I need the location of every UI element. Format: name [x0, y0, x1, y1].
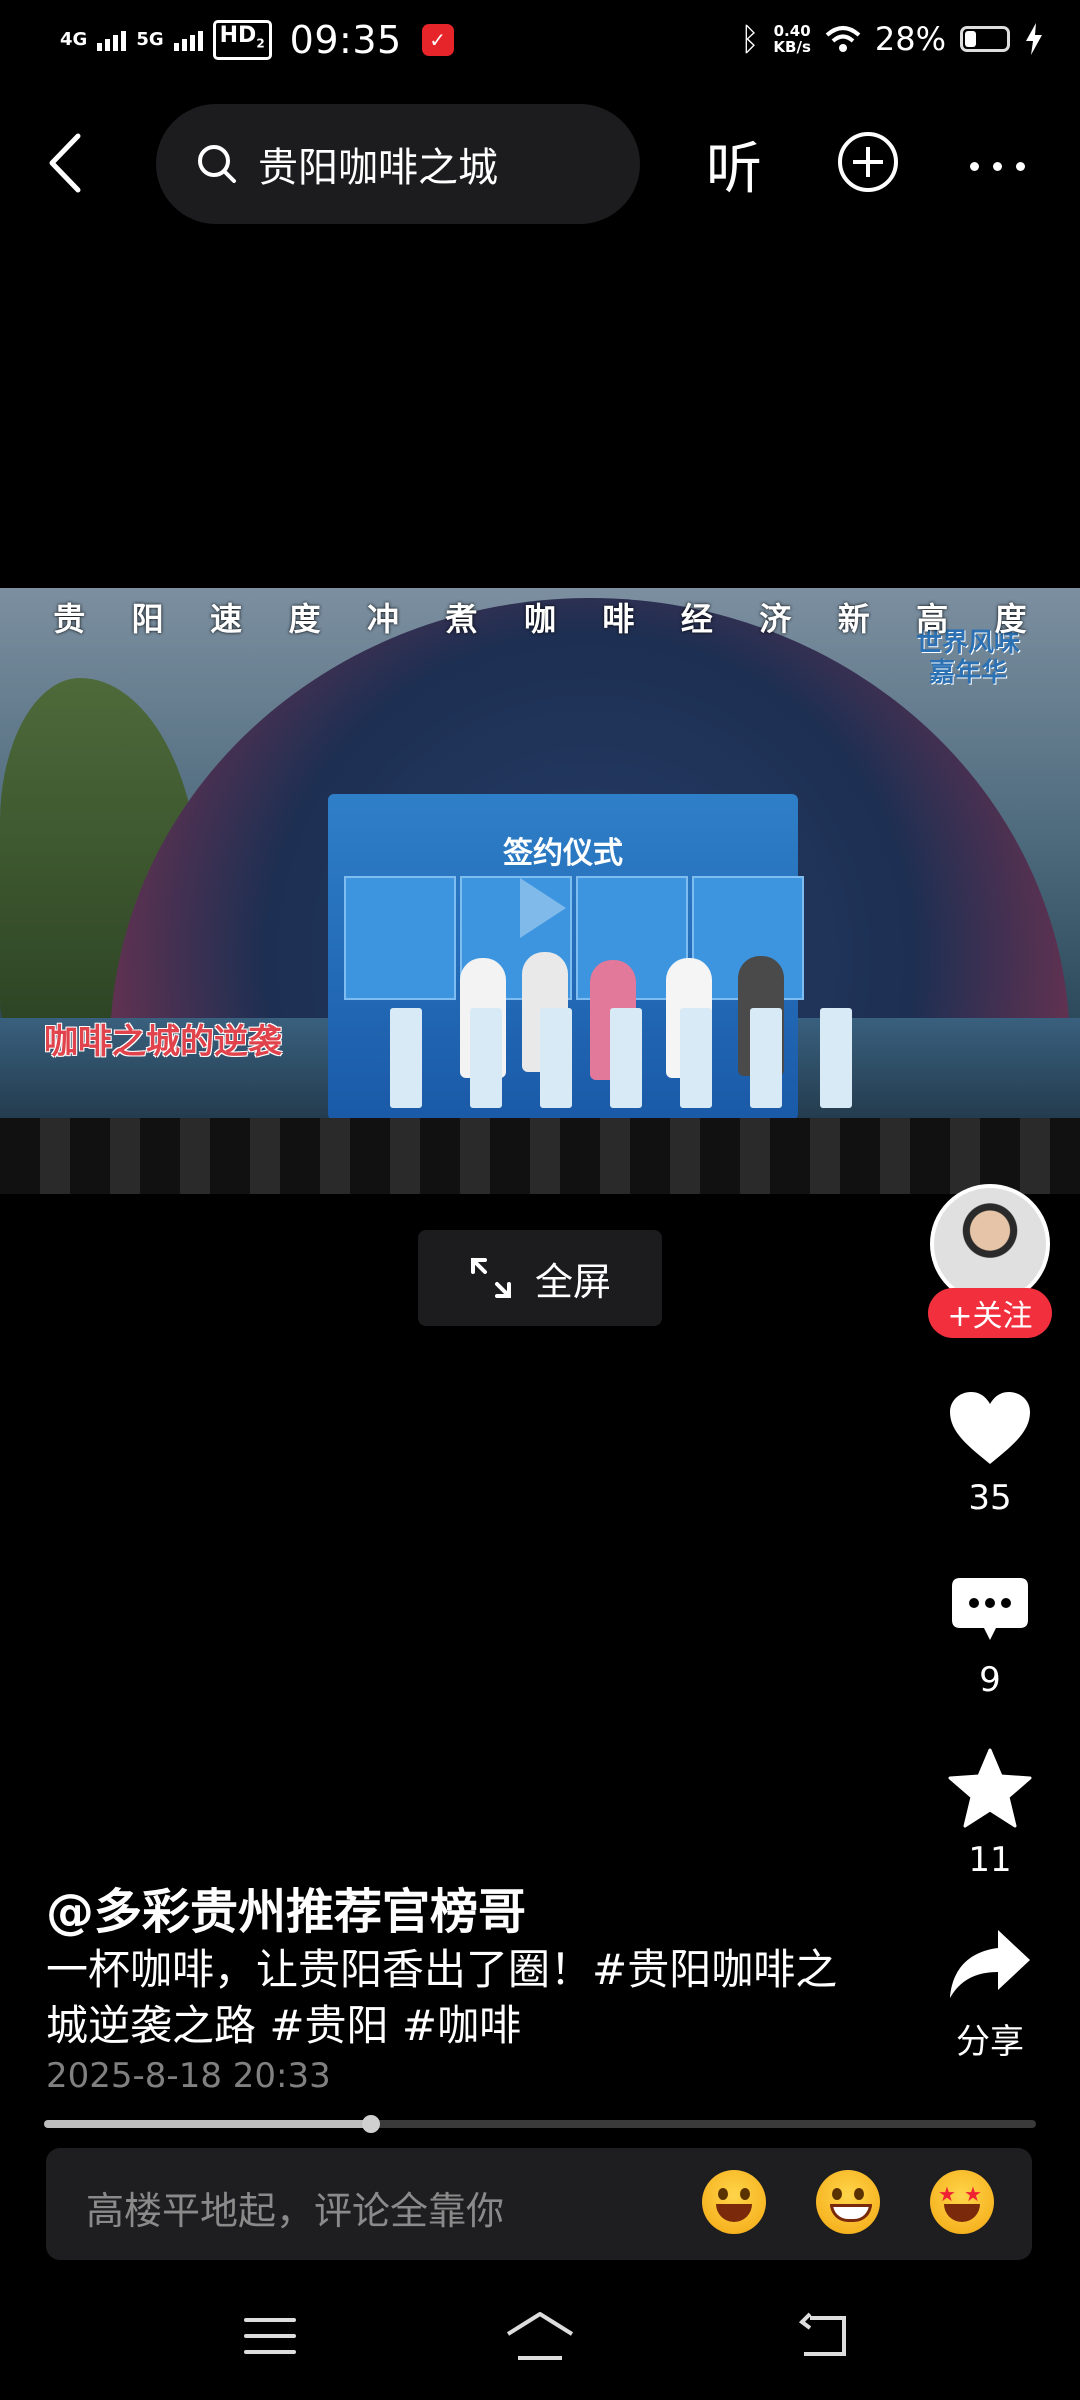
- video-headline-char: 煮: [445, 600, 478, 638]
- more-icon[interactable]: [970, 162, 1025, 171]
- comment-icon: [952, 1578, 1028, 1640]
- video-screen-title: 签约仪式: [503, 836, 623, 871]
- video-headline-char: 速: [210, 600, 243, 638]
- search-bar[interactable]: 贵阳咖啡之城: [156, 104, 640, 224]
- video-headline-char: 新: [837, 600, 870, 638]
- search-icon: [198, 145, 236, 183]
- status-left: 4G 5G HD2 09:35 ✓: [60, 18, 454, 62]
- video-headline-char: 咖: [523, 600, 556, 638]
- grinning-emoji[interactable]: [816, 2170, 880, 2234]
- video-headline-char: 冲: [367, 600, 400, 638]
- share-label: 分享: [956, 2022, 1024, 2062]
- home-icon[interactable]: [504, 2310, 576, 2362]
- heart-icon: [950, 1392, 1030, 1464]
- play-icon: [520, 878, 566, 938]
- video-headline-char: 济: [759, 600, 792, 638]
- battery-percentage: 28%: [874, 20, 946, 58]
- video-player[interactable]: 世界风味 嘉年华 签约仪式 贵阳速度冲煮咖啡经济新高度 咖啡之城的逆袭: [0, 588, 1080, 1194]
- comment-placeholder: 高楼平地起，评论全靠你: [86, 2189, 505, 2233]
- post-date: 2025-8-18 20:33: [46, 2056, 331, 2096]
- signal-icon: [97, 29, 127, 51]
- comment-button[interactable]: 9: [930, 1576, 1050, 1700]
- hd-voice-icon: HD2: [212, 20, 272, 60]
- share-button[interactable]: 分享: [930, 1928, 1050, 2063]
- battery-icon: [960, 26, 1010, 52]
- bluetooth-icon: ᛒ: [740, 20, 760, 58]
- status-right: ᛒ 0.40 KB/s 28%: [740, 20, 1044, 58]
- comment-input[interactable]: 高楼平地起，评论全靠你 ★ ★: [46, 2148, 1032, 2260]
- expand-icon: [470, 1258, 511, 1298]
- wifi-icon: [825, 26, 861, 52]
- video-headline-char: 高: [916, 600, 949, 638]
- favorite-count: 11: [968, 1840, 1012, 1880]
- status-time: 09:35: [289, 18, 402, 62]
- comment-count: 9: [979, 1660, 1001, 1700]
- video-headline: 贵阳速度冲煮咖啡经济新高度: [0, 594, 1080, 640]
- favorite-button[interactable]: 11: [930, 1748, 1050, 1880]
- back-nav-icon[interactable]: [796, 2312, 850, 2360]
- like-button[interactable]: 35: [930, 1390, 1050, 1518]
- network-speed: 0.40 KB/s: [773, 22, 811, 56]
- fullscreen-label: 全屏: [534, 1259, 611, 1304]
- progress-handle[interactable]: [362, 2115, 381, 2133]
- signal-icon: [173, 29, 203, 51]
- post-description: 一杯咖啡，让贵阳香出了圈！#贵阳咖啡之城逆袭之路 #贵阳 #咖啡: [46, 1945, 838, 2050]
- follow-button[interactable]: +关注: [928, 1288, 1052, 1338]
- video-headline-char: 啡: [602, 600, 635, 638]
- video-subtitle: 咖啡之城的逆袭: [44, 1022, 282, 1062]
- video-headline-char: 度: [994, 600, 1027, 638]
- fullscreen-button[interactable]: 全屏: [418, 1230, 662, 1326]
- listen-button[interactable]: 听: [706, 124, 762, 205]
- menu-icon[interactable]: [244, 2318, 296, 2366]
- video-crowd: [0, 1118, 1080, 1194]
- star-icon: [948, 1748, 1032, 1828]
- search-query: 贵阳咖啡之城: [258, 145, 498, 191]
- video-progress-bar[interactable]: [44, 2115, 1036, 2133]
- laughing-emoji[interactable]: [702, 2170, 766, 2234]
- video-headline-char: 阳: [131, 600, 164, 638]
- progress-fill: [44, 2120, 372, 2128]
- network-5g-label: 5G: [136, 29, 164, 50]
- app-notification-icon: ✓: [421, 24, 454, 56]
- share-icon: [950, 1930, 1030, 1998]
- network-4g-label: 4G: [60, 29, 88, 50]
- like-count: 35: [968, 1478, 1012, 1518]
- back-icon[interactable]: [38, 128, 98, 198]
- status-bar: 4G 5G HD2 09:35 ✓ ᛒ 0.40 KB/s 28%: [0, 0, 1080, 84]
- author-avatar[interactable]: [930, 1184, 1050, 1304]
- star-eyes-emoji[interactable]: ★ ★: [930, 2170, 994, 2234]
- video-headline-char: 贵: [53, 600, 86, 638]
- video-headline-char: 度: [288, 600, 321, 638]
- author-name[interactable]: @多彩贵州推荐官榜哥: [46, 1872, 526, 1942]
- add-icon[interactable]: [838, 132, 898, 192]
- video-headline-char: 经: [680, 600, 713, 638]
- charging-icon: [1026, 23, 1042, 55]
